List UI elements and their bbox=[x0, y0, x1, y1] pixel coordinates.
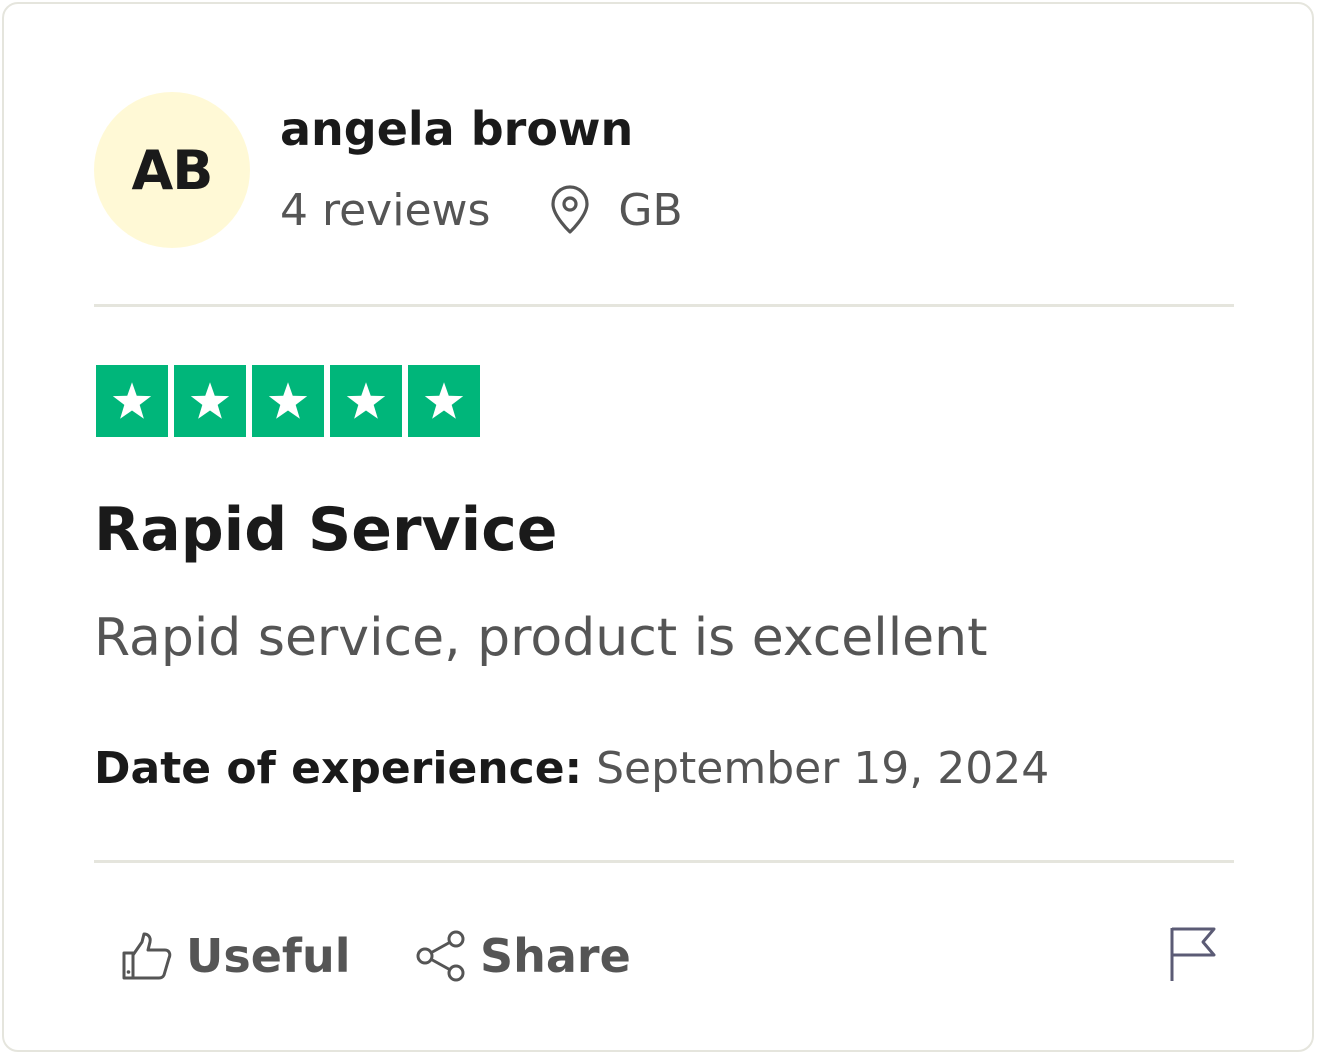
date-of-experience: Date of experience: September 19, 2024 bbox=[94, 738, 1049, 800]
reviewer-name[interactable]: angela brown bbox=[280, 100, 633, 158]
star-icon bbox=[330, 365, 402, 437]
avatar[interactable]: AB bbox=[94, 92, 250, 248]
star-icon bbox=[252, 365, 324, 437]
star-icon bbox=[174, 365, 246, 437]
review-title[interactable]: Rapid Service bbox=[94, 492, 557, 568]
share-button[interactable]: Share bbox=[414, 924, 631, 988]
reviewer-meta: 4 reviews GB bbox=[280, 180, 683, 240]
star-icon bbox=[96, 365, 168, 437]
review-body: Rapid service, product is excellent bbox=[94, 608, 988, 668]
useful-label: Useful bbox=[186, 929, 351, 983]
share-label: Share bbox=[480, 929, 631, 983]
star-icon bbox=[408, 365, 480, 437]
thumbs-up-icon bbox=[120, 929, 174, 983]
experience-date: September 19, 2024 bbox=[596, 743, 1050, 794]
reviewer-country: GB bbox=[618, 184, 683, 236]
review-count: 4 reviews bbox=[280, 184, 491, 236]
experience-label: Date of experience: bbox=[94, 743, 583, 794]
divider bbox=[94, 304, 1234, 307]
useful-button[interactable]: Useful bbox=[120, 924, 350, 988]
review-card: AB angela brown 4 reviews GB Rapid Servi… bbox=[2, 2, 1314, 1052]
report-flag-button[interactable] bbox=[1160, 924, 1224, 988]
location-pin-icon bbox=[548, 184, 592, 236]
avatar-initials: AB bbox=[131, 138, 214, 202]
divider bbox=[94, 860, 1234, 863]
star-rating bbox=[96, 365, 480, 437]
share-icon bbox=[414, 929, 468, 983]
flag-icon bbox=[1166, 924, 1218, 988]
